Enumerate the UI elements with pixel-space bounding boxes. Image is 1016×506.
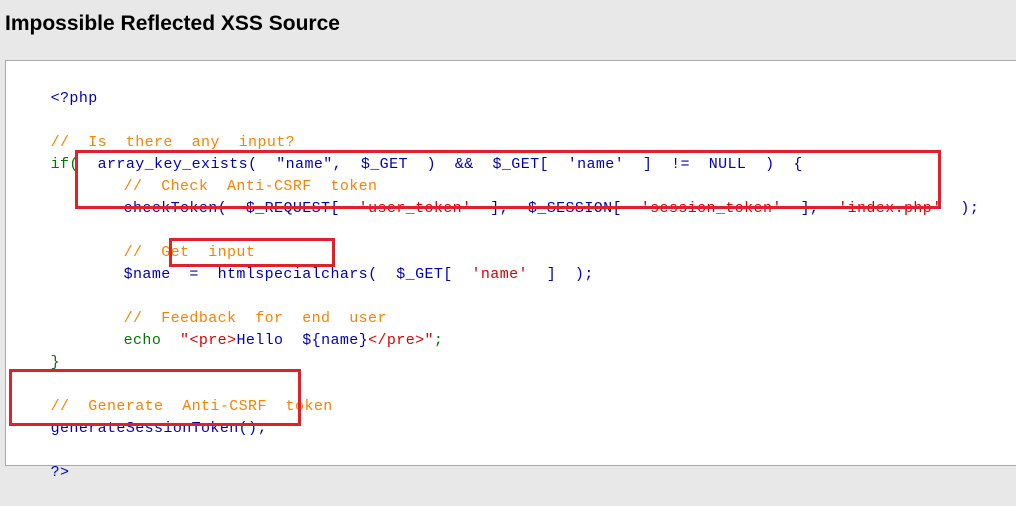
echo-keyword: echo (123, 332, 181, 349)
name-end: ] ); (527, 266, 594, 283)
echo-brace-close: } (358, 332, 369, 349)
echo-quote-close: " (424, 332, 434, 349)
echo-name-var: name (321, 332, 359, 349)
name-args: ( $_GET[ (368, 266, 472, 283)
htmlspecialchars-function: htmlspecialchars (217, 266, 369, 283)
highlight-box-checktoken (75, 150, 941, 209)
checktoken-end: ); (941, 200, 980, 217)
string-name: 'name' (471, 266, 528, 283)
echo-semicolon: ; (433, 332, 444, 349)
echo-pre-close: </pre> (368, 332, 425, 349)
page-title: Impossible Reflected XSS Source (5, 12, 340, 35)
name-variable: $name = (123, 266, 218, 283)
code-line-close-tag: ?> (13, 440, 69, 506)
code-line-echo: echo "<pre>Hello ${name}</pre>"; (86, 308, 443, 374)
echo-hello: Hello ${ (236, 332, 322, 349)
php-open-tag: <?php (50, 90, 98, 107)
php-close-tag: ?> (50, 464, 70, 481)
echo-pre-open: <pre> (189, 332, 237, 349)
highlight-box-htmlspecialchars (169, 238, 335, 267)
highlight-box-generate-token (9, 369, 301, 426)
